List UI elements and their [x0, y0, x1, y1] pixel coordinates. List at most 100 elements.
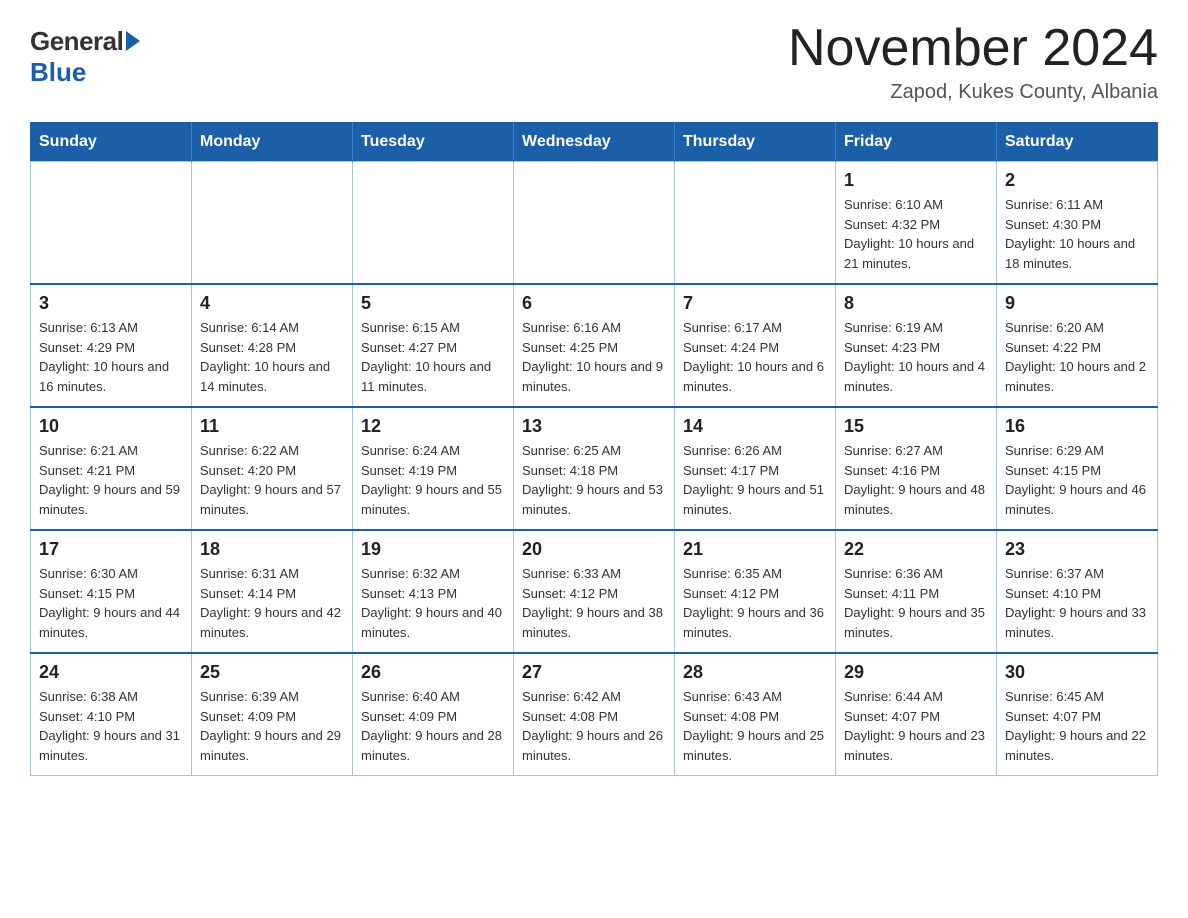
day-number: 20: [522, 539, 666, 560]
day-info: Sunrise: 6:35 AMSunset: 4:12 PMDaylight:…: [683, 564, 827, 642]
calendar-cell: [675, 162, 836, 285]
calendar-week-row: 3 Sunrise: 6:13 AMSunset: 4:29 PMDaylight…: [31, 284, 1158, 407]
day-number: 9: [1005, 293, 1149, 314]
calendar-cell: 22Sunrise: 6:36 AMSunset: 4:11 PMDayligh…: [836, 530, 997, 653]
day-number: 23: [1005, 539, 1149, 560]
calendar-cell: 4 Sunrise: 6:14 AMSunset: 4:28 PMDaylight…: [192, 284, 353, 407]
calendar-header-wednesday: Wednesday: [514, 123, 675, 162]
calendar-cell: 29 Sunrise: 6:44 AMSunset: 4:07 PMDayligh…: [836, 653, 997, 776]
day-info: Sunrise: 6:39 AMSunset: 4:09 PMDaylight:…: [200, 687, 344, 765]
calendar-header-row: SundayMondayTuesdayWednesdayThursdayFrid…: [31, 123, 1158, 162]
title-block: November 2024 Zapod, Kukes County, Alban…: [788, 20, 1158, 104]
day-number: 25: [200, 662, 344, 683]
calendar-cell: [353, 162, 514, 285]
calendar-cell: 26 Sunrise: 6:40 AMSunset: 4:09 PMDayligh…: [353, 653, 514, 776]
day-info: Sunrise: 6:21 AMSunset: 4:21 PMDaylight:…: [39, 441, 183, 519]
calendar-cell: 30Sunrise: 6:45 AMSunset: 4:07 PMDayligh…: [997, 653, 1158, 776]
day-info: Sunrise: 6:45 AMSunset: 4:07 PMDaylight:…: [1005, 687, 1149, 765]
calendar-cell: 20Sunrise: 6:33 AMSunset: 4:12 PMDayligh…: [514, 530, 675, 653]
day-number: 11: [200, 416, 344, 437]
calendar-table: SundayMondayTuesdayWednesdayThursdayFrid…: [30, 122, 1158, 776]
calendar-cell: 3 Sunrise: 6:13 AMSunset: 4:29 PMDaylight…: [31, 284, 192, 407]
day-info: Sunrise: 6:44 AMSunset: 4:07 PMDaylight:…: [844, 687, 988, 765]
calendar-cell: 2 Sunrise: 6:11 AMSunset: 4:30 PMDaylight…: [997, 162, 1158, 285]
day-number: 26: [361, 662, 505, 683]
day-info: Sunrise: 6:10 AMSunset: 4:32 PMDaylight:…: [844, 195, 988, 273]
day-number: 10: [39, 416, 183, 437]
calendar-cell: 21 Sunrise: 6:35 AMSunset: 4:12 PMDayligh…: [675, 530, 836, 653]
day-number: 2: [1005, 170, 1149, 191]
day-number: 29: [844, 662, 988, 683]
calendar-week-row: 24Sunrise: 6:38 AMSunset: 4:10 PMDayligh…: [31, 653, 1158, 776]
day-number: 18: [200, 539, 344, 560]
day-info: Sunrise: 6:42 AMSunset: 4:08 PMDaylight:…: [522, 687, 666, 765]
day-info: Sunrise: 6:24 AMSunset: 4:19 PMDaylight:…: [361, 441, 505, 519]
location-subtitle: Zapod, Kukes County, Albania: [788, 81, 1158, 104]
day-number: 12: [361, 416, 505, 437]
calendar-cell: 11 Sunrise: 6:22 AMSunset: 4:20 PMDayligh…: [192, 407, 353, 530]
logo: General Blue: [30, 26, 140, 88]
day-number: 7: [683, 293, 827, 314]
day-number: 16: [1005, 416, 1149, 437]
calendar-cell: 19Sunrise: 6:32 AMSunset: 4:13 PMDayligh…: [353, 530, 514, 653]
day-number: 5: [361, 293, 505, 314]
calendar-week-row: 1Sunrise: 6:10 AMSunset: 4:32 PMDaylight…: [31, 162, 1158, 285]
calendar-cell: 28 Sunrise: 6:43 AMSunset: 4:08 PMDayligh…: [675, 653, 836, 776]
day-info: Sunrise: 6:40 AMSunset: 4:09 PMDaylight:…: [361, 687, 505, 765]
calendar-cell: 9 Sunrise: 6:20 AMSunset: 4:22 PMDaylight…: [997, 284, 1158, 407]
day-info: Sunrise: 6:17 AMSunset: 4:24 PMDaylight:…: [683, 318, 827, 396]
calendar-header-friday: Friday: [836, 123, 997, 162]
calendar-cell: 1Sunrise: 6:10 AMSunset: 4:32 PMDaylight…: [836, 162, 997, 285]
day-number: 8: [844, 293, 988, 314]
day-number: 27: [522, 662, 666, 683]
calendar-week-row: 17Sunrise: 6:30 AMSunset: 4:15 PMDayligh…: [31, 530, 1158, 653]
day-number: 19: [361, 539, 505, 560]
day-info: Sunrise: 6:29 AMSunset: 4:15 PMDaylight:…: [1005, 441, 1149, 519]
day-info: Sunrise: 6:13 AMSunset: 4:29 PMDaylight:…: [39, 318, 183, 396]
page-header: General Blue November 2024 Zapod, Kukes …: [30, 20, 1158, 104]
day-number: 28: [683, 662, 827, 683]
day-number: 6: [522, 293, 666, 314]
day-info: Sunrise: 6:43 AMSunset: 4:08 PMDaylight:…: [683, 687, 827, 765]
day-info: Sunrise: 6:27 AMSunset: 4:16 PMDaylight:…: [844, 441, 988, 519]
calendar-cell: 18 Sunrise: 6:31 AMSunset: 4:14 PMDayligh…: [192, 530, 353, 653]
calendar-header-monday: Monday: [192, 123, 353, 162]
month-title: November 2024: [788, 20, 1158, 77]
calendar-cell: 27 Sunrise: 6:42 AMSunset: 4:08 PMDayligh…: [514, 653, 675, 776]
calendar-cell: 8 Sunrise: 6:19 AMSunset: 4:23 PMDaylight…: [836, 284, 997, 407]
day-number: 4: [200, 293, 344, 314]
day-number: 14: [683, 416, 827, 437]
day-number: 3: [39, 293, 183, 314]
day-number: 17: [39, 539, 183, 560]
calendar-header-saturday: Saturday: [997, 123, 1158, 162]
calendar-header-tuesday: Tuesday: [353, 123, 514, 162]
calendar-header-thursday: Thursday: [675, 123, 836, 162]
calendar-cell: 14 Sunrise: 6:26 AMSunset: 4:17 PMDayligh…: [675, 407, 836, 530]
day-info: Sunrise: 6:37 AMSunset: 4:10 PMDaylight:…: [1005, 564, 1149, 642]
day-info: Sunrise: 6:26 AMSunset: 4:17 PMDaylight:…: [683, 441, 827, 519]
logo-blue-text: Blue: [30, 57, 86, 88]
calendar-week-row: 10 Sunrise: 6:21 AMSunset: 4:21 PMDayligh…: [31, 407, 1158, 530]
day-info: Sunrise: 6:11 AMSunset: 4:30 PMDaylight:…: [1005, 195, 1149, 273]
calendar-cell: 10 Sunrise: 6:21 AMSunset: 4:21 PMDayligh…: [31, 407, 192, 530]
calendar-cell: 17Sunrise: 6:30 AMSunset: 4:15 PMDayligh…: [31, 530, 192, 653]
calendar-cell: [31, 162, 192, 285]
day-info: Sunrise: 6:31 AMSunset: 4:14 PMDaylight:…: [200, 564, 344, 642]
calendar-cell: [514, 162, 675, 285]
calendar-cell: 15 Sunrise: 6:27 AMSunset: 4:16 PMDayligh…: [836, 407, 997, 530]
calendar-body: 1Sunrise: 6:10 AMSunset: 4:32 PMDaylight…: [31, 162, 1158, 776]
day-info: Sunrise: 6:14 AMSunset: 4:28 PMDaylight:…: [200, 318, 344, 396]
calendar-cell: 23 Sunrise: 6:37 AMSunset: 4:10 PMDayligh…: [997, 530, 1158, 653]
day-info: Sunrise: 6:15 AMSunset: 4:27 PMDaylight:…: [361, 318, 505, 396]
calendar-cell: [192, 162, 353, 285]
calendar-cell: 24Sunrise: 6:38 AMSunset: 4:10 PMDayligh…: [31, 653, 192, 776]
day-info: Sunrise: 6:22 AMSunset: 4:20 PMDaylight:…: [200, 441, 344, 519]
day-number: 21: [683, 539, 827, 560]
day-info: Sunrise: 6:20 AMSunset: 4:22 PMDaylight:…: [1005, 318, 1149, 396]
calendar-cell: 16 Sunrise: 6:29 AMSunset: 4:15 PMDayligh…: [997, 407, 1158, 530]
calendar-cell: 5 Sunrise: 6:15 AMSunset: 4:27 PMDaylight…: [353, 284, 514, 407]
calendar-cell: 12 Sunrise: 6:24 AMSunset: 4:19 PMDayligh…: [353, 407, 514, 530]
day-number: 15: [844, 416, 988, 437]
calendar-header: SundayMondayTuesdayWednesdayThursdayFrid…: [31, 123, 1158, 162]
day-info: Sunrise: 6:19 AMSunset: 4:23 PMDaylight:…: [844, 318, 988, 396]
